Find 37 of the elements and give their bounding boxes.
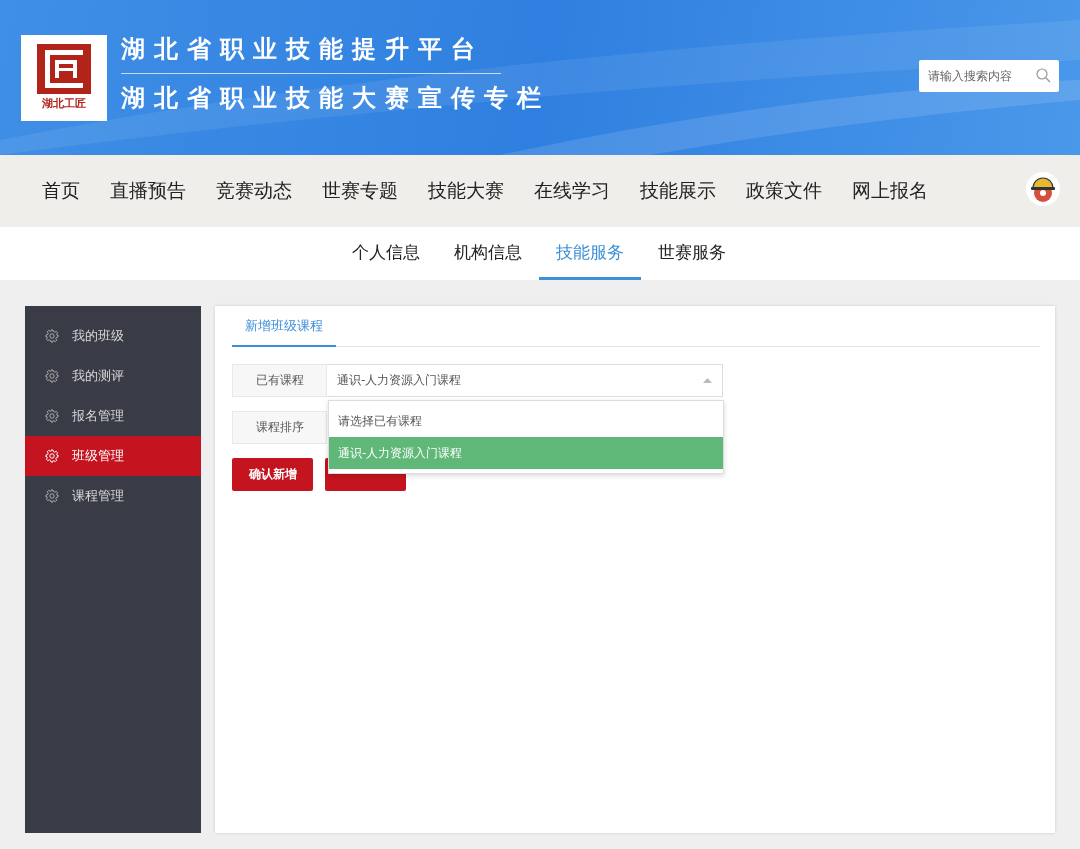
gear-icon xyxy=(45,409,59,423)
nav-link[interactable]: 技能展示 xyxy=(640,178,716,204)
nav-link[interactable]: 首页 xyxy=(42,178,80,204)
gear-icon xyxy=(45,329,59,343)
search-field[interactable]: 请输入搜索内容 xyxy=(919,60,1059,92)
site-subtitle: 湖北省职业技能大赛宣传专栏 xyxy=(121,82,550,114)
logo-text: 湖北工匠 xyxy=(42,96,86,111)
nav-link[interactable]: 政策文件 xyxy=(746,178,822,204)
sidebar-item[interactable]: 报名管理 xyxy=(25,396,201,436)
nav-link[interactable]: 网上报名 xyxy=(852,178,928,204)
nav-link[interactable]: 世赛专题 xyxy=(322,178,398,204)
sidebar-item[interactable]: 课程管理 xyxy=(25,476,201,516)
sidebar-item[interactable]: 我的测评 xyxy=(25,356,201,396)
gear-icon xyxy=(45,449,59,463)
nav-link[interactable]: 在线学习 xyxy=(534,178,610,204)
tab[interactable]: 新增班级课程 xyxy=(232,306,336,347)
tab[interactable]: 技能服务 xyxy=(539,227,641,280)
gear-icon xyxy=(45,489,59,503)
tab[interactable]: 个人信息 xyxy=(335,227,437,280)
sidebar-item[interactable]: 我的班级 xyxy=(25,316,201,356)
nav-link[interactable]: 直播预告 xyxy=(110,178,186,204)
caret-up-icon xyxy=(703,378,712,383)
gear-icon xyxy=(45,369,59,383)
sidebar-item[interactable]: 班级管理 xyxy=(25,436,201,476)
dropdown-option[interactable]: 请选择已有课程 xyxy=(329,405,723,437)
field-label: 课程排序 xyxy=(232,411,327,444)
avatar-icon[interactable] xyxy=(1026,172,1060,206)
nav-link[interactable]: 技能大赛 xyxy=(428,178,504,204)
search-icon xyxy=(1036,68,1051,83)
logo-mark-icon xyxy=(37,44,91,94)
select-field[interactable]: 通识-人力资源入门课程 xyxy=(327,364,723,397)
tab[interactable]: 机构信息 xyxy=(437,227,539,280)
site-title: 湖北省职业技能提升平台 xyxy=(121,33,485,65)
field-label: 已有课程 xyxy=(232,364,327,397)
nav-link[interactable]: 竞赛动态 xyxy=(216,178,292,204)
tab[interactable]: 世赛服务 xyxy=(641,227,743,280)
confirm-button[interactable]: 确认新增 xyxy=(232,458,313,491)
